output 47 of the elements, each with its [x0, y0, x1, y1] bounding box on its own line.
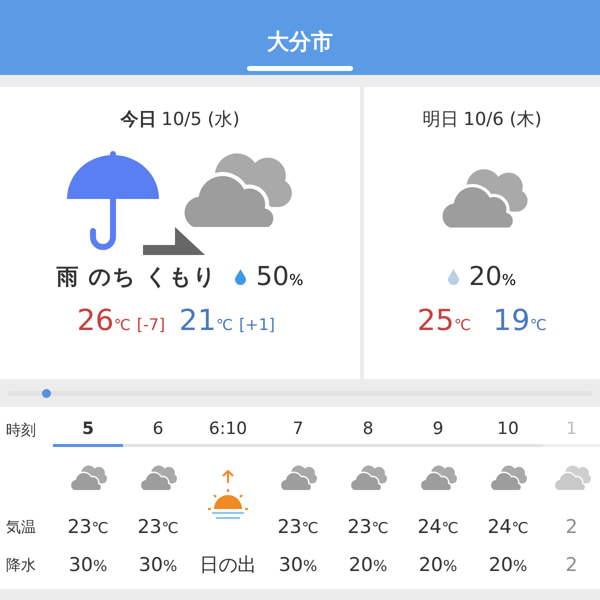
hour-temp: 2	[565, 516, 578, 538]
hour-precip: 2	[565, 554, 578, 576]
day-date: 10/5 (水)	[161, 108, 240, 132]
day-label: 明日	[422, 108, 458, 132]
raindrop-icon	[448, 269, 459, 285]
high-temp: 25℃	[417, 303, 471, 337]
city-title: 大分市	[267, 28, 333, 57]
row-label: 気温	[6, 518, 37, 536]
hour-temp: 23℃	[137, 516, 179, 538]
hour-temp: 23℃	[277, 516, 319, 538]
condition-text: 雨 のち くもり	[56, 264, 217, 292]
hour-precip: 30%	[68, 554, 108, 576]
raindrop-icon	[234, 269, 246, 285]
temp-diff: [-7]	[136, 315, 166, 334]
scroll-handle[interactable]	[42, 388, 51, 398]
hour-tab[interactable]: 9	[403, 413, 473, 447]
hour-precip: 20%	[418, 554, 458, 576]
then-arrow-icon	[143, 227, 205, 255]
low-temp: 19℃	[493, 303, 547, 337]
low-temp: 21℃	[179, 303, 233, 337]
hour-tab[interactable]: 10	[473, 413, 543, 447]
hour-tab[interactable]: 6:10	[193, 413, 263, 447]
hour-tab[interactable]: 5	[53, 413, 123, 447]
hour-precip: 30%	[278, 554, 318, 576]
day-date: 10/6 (木)	[463, 108, 542, 132]
hour-temp: 23℃	[347, 516, 389, 538]
day-card[interactable]: 明日 10/6 (木) 20% 25℃ 19℃	[364, 87, 600, 379]
high-temp: 26℃	[76, 303, 131, 337]
rain-chance: 50%	[256, 262, 304, 292]
hour-tab[interactable]: 7	[263, 413, 333, 447]
rain-chance: 20%	[468, 262, 516, 292]
hour-precip: 30%	[138, 554, 178, 576]
day-card[interactable]: 今日 10/5 (水) 雨 のち くもり 50% 26℃ [-7] 21℃ [+1]	[0, 87, 360, 379]
temp-diff: [+1]	[238, 315, 276, 334]
hour-temp: 24℃	[487, 516, 529, 538]
hour-precip: 20%	[488, 554, 528, 576]
row-label: 降水	[6, 556, 37, 574]
hour-temp: 24℃	[417, 516, 459, 538]
hour-tab[interactable]: 6	[123, 413, 193, 447]
day-label: 今日	[120, 108, 156, 132]
hour-precip: 日の出	[200, 553, 256, 578]
umbrella-icon	[65, 151, 161, 251]
hour-tab[interactable]: 8	[333, 413, 403, 447]
hour-temp: 23℃	[67, 516, 109, 538]
hour-precip: 20%	[348, 554, 388, 576]
row-label: 時刻	[6, 420, 37, 440]
scroll-track[interactable]	[8, 390, 592, 396]
